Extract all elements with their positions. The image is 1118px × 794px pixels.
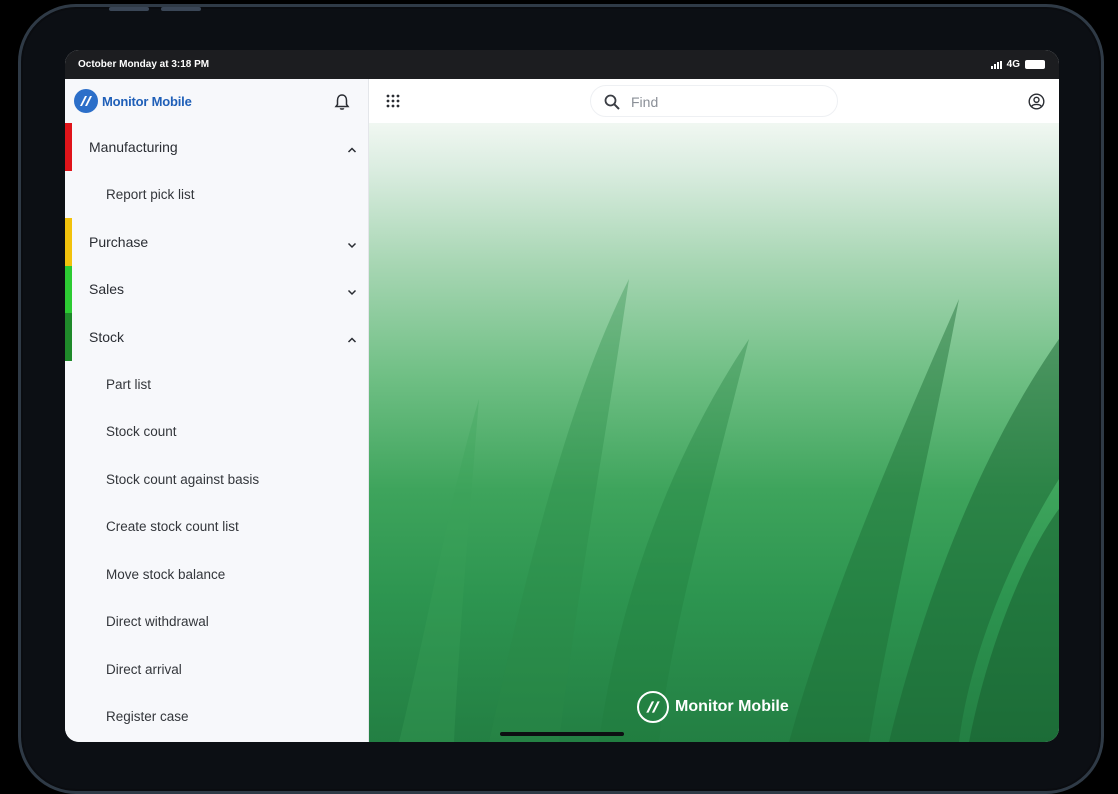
sidebar-item-label: Sales xyxy=(89,281,125,298)
sidebar: Monitor Mobile Manufacturing Report pick… xyxy=(65,79,369,742)
logo-text: Monitor Mobile xyxy=(102,93,192,109)
sidebar-item-label: Purchase xyxy=(89,233,149,250)
search-input[interactable]: Find xyxy=(590,85,838,117)
sidebar-item-direct-withdrawal[interactable]: Direct withdrawal xyxy=(65,598,368,646)
sidebar-item-stock-count[interactable]: Stock count xyxy=(65,408,368,456)
app-logo[interactable]: Monitor Mobile xyxy=(74,89,192,113)
sidebar-item-label: Manufacturing xyxy=(89,138,178,155)
sidebar-item-stock-count-against-basis[interactable]: Stock count against basis xyxy=(65,456,368,504)
sidebar-item-create-stock-count-list[interactable]: Create stock count list xyxy=(65,503,368,551)
main-content: Find Monitor Mobile xyxy=(369,79,1059,742)
search-icon xyxy=(603,93,621,111)
sidebar-item-label: Register case xyxy=(106,709,189,725)
account-icon[interactable] xyxy=(1028,93,1045,110)
chevron-up-icon xyxy=(347,142,357,153)
sidebar-item-label: Stock count xyxy=(106,424,177,440)
bottom-brand-logo: Monitor Mobile xyxy=(637,691,789,723)
home-indicator[interactable] xyxy=(500,732,624,736)
sidebar-item-label: Report pick list xyxy=(106,186,195,202)
top-bar: Find xyxy=(369,79,1059,123)
chevron-down-icon xyxy=(347,237,357,248)
top-button xyxy=(161,7,201,11)
sidebar-item-label: Stock count against basis xyxy=(106,471,260,487)
sidebar-item-label: Create stock count list xyxy=(106,519,239,535)
chevron-up-icon xyxy=(347,332,357,343)
sidebar-item-purchase[interactable]: Purchase xyxy=(65,218,368,266)
sidebar-item-manufacturing[interactable]: Manufacturing xyxy=(65,123,368,171)
sales-color-bar xyxy=(65,265,72,313)
chevron-down-icon xyxy=(347,284,357,296)
network-label: 4G xyxy=(1006,59,1020,70)
sidebar-item-register-case[interactable]: Register case xyxy=(65,693,368,741)
top-button xyxy=(109,7,149,11)
battery-icon xyxy=(1025,60,1045,69)
signal-icon xyxy=(990,60,1002,69)
sidebar-item-move-stock-balance[interactable]: Move stock balance xyxy=(65,551,368,599)
sidebar-item-direct-arrival[interactable]: Direct arrival xyxy=(65,646,368,694)
sidebar-item-label: Part list xyxy=(106,376,152,392)
sidebar-item-label: Direct withdrawal xyxy=(106,614,209,630)
sidebar-item-sales[interactable]: Sales xyxy=(65,265,368,313)
bottom-logo-text: Monitor Mobile xyxy=(675,698,789,715)
status-time: October Monday at 3:18 PM xyxy=(78,59,210,70)
sidebar-item-stock[interactable]: Stock xyxy=(65,313,368,361)
stock-color-bar xyxy=(65,313,72,361)
sidebar-item-label: Move stock balance xyxy=(106,566,226,582)
purchase-color-bar xyxy=(65,218,72,266)
sidebar-item-label: Direct arrival xyxy=(106,661,182,677)
background-leaves-image xyxy=(399,279,1059,742)
logo-mark-icon xyxy=(74,89,98,113)
status-bar: October Monday at 3:18 PM 4G xyxy=(65,50,1059,79)
apps-grid-icon[interactable] xyxy=(386,94,400,108)
sidebar-item-part-list[interactable]: Part list xyxy=(65,361,368,409)
sidebar-item-report-pick-list[interactable]: Report pick list xyxy=(65,171,368,219)
bell-icon[interactable] xyxy=(334,93,350,111)
status-indicators: 4G xyxy=(990,59,1045,70)
sidebar-item-label: Stock xyxy=(89,328,125,345)
sidebar-header: Monitor Mobile xyxy=(65,79,368,123)
logo-mark-icon xyxy=(637,691,669,723)
search-placeholder: Find xyxy=(631,94,659,110)
screen: October Monday at 3:18 PM 4G Monitor Mob… xyxy=(65,50,1059,742)
manufacturing-color-bar xyxy=(65,123,72,171)
